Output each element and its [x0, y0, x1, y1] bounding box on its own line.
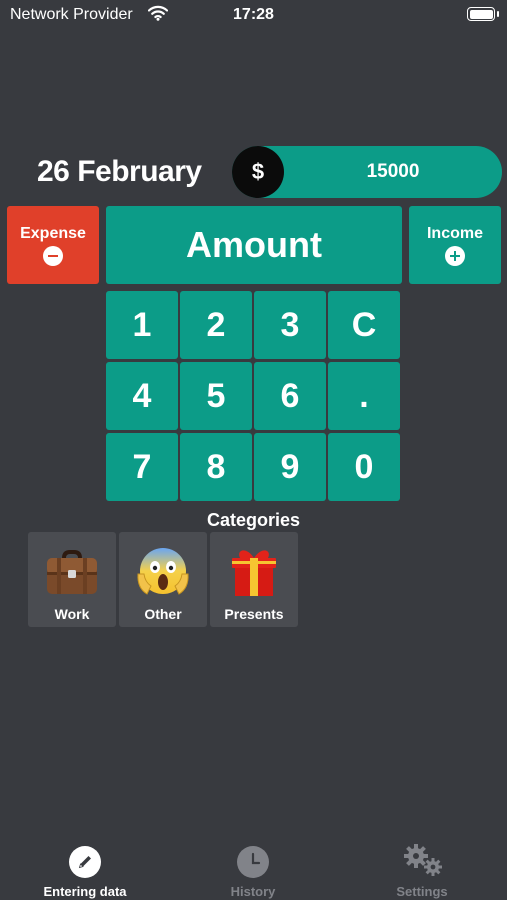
- tab-label: Settings: [396, 884, 448, 899]
- balance-value: 15000: [366, 161, 420, 182]
- status-bar: Network Provider 17:28: [0, 0, 507, 30]
- clock-icon: [237, 846, 269, 878]
- gears-icon: [404, 844, 442, 878]
- key-5[interactable]: 5: [180, 362, 252, 430]
- tab-history[interactable]: History: [168, 838, 338, 900]
- tab-label: History: [230, 884, 276, 899]
- gift-icon: [210, 544, 298, 600]
- currency-button[interactable]: $: [232, 146, 284, 198]
- tab-settings[interactable]: Settings: [337, 838, 507, 900]
- income-button[interactable]: Income: [409, 206, 501, 284]
- key-6[interactable]: 6: [254, 362, 326, 430]
- tab-label: Entering data: [43, 884, 127, 899]
- key-2[interactable]: 2: [180, 291, 252, 359]
- key-1[interactable]: 1: [106, 291, 178, 359]
- category-label: Presents: [224, 606, 284, 622]
- key-7[interactable]: 7: [106, 433, 178, 501]
- status-time: 17:28: [233, 6, 274, 23]
- pencil-icon: [69, 846, 101, 878]
- key-9[interactable]: 9: [254, 433, 326, 501]
- category-work[interactable]: Work: [28, 532, 116, 627]
- key-clear[interactable]: C: [328, 291, 400, 359]
- balance-display: $ 15000: [232, 146, 502, 198]
- currency-symbol: $: [251, 159, 265, 184]
- keypad: 1 2 3 C 4 5 6 . 7 8 9 0: [106, 291, 402, 501]
- tab-entering-data[interactable]: Entering data: [0, 838, 170, 900]
- briefcase-icon: [28, 544, 116, 600]
- key-3[interactable]: 3: [254, 291, 326, 359]
- category-label: Other: [144, 606, 182, 622]
- minus-circle-icon: [43, 245, 63, 266]
- category-other[interactable]: Other: [119, 532, 207, 627]
- category-label: Work: [54, 606, 90, 622]
- screaming-face-icon: [119, 544, 207, 600]
- income-label: Income: [426, 224, 483, 242]
- battery-icon: [467, 7, 499, 21]
- categories-heading: Categories: [206, 510, 301, 530]
- expense-label: Expense: [20, 224, 86, 242]
- expense-button[interactable]: Expense: [7, 206, 99, 284]
- amount-display: Amount: [106, 206, 402, 284]
- key-decimal[interactable]: .: [328, 362, 400, 430]
- key-4[interactable]: 4: [106, 362, 178, 430]
- key-0[interactable]: 0: [328, 433, 400, 501]
- tab-bar: Entering data History Settings: [0, 838, 507, 900]
- category-list: Work Other Presents: [28, 532, 298, 627]
- current-date[interactable]: 26 February: [37, 155, 202, 189]
- category-presents[interactable]: Presents: [210, 532, 298, 627]
- plus-circle-icon: [445, 245, 465, 266]
- key-8[interactable]: 8: [180, 433, 252, 501]
